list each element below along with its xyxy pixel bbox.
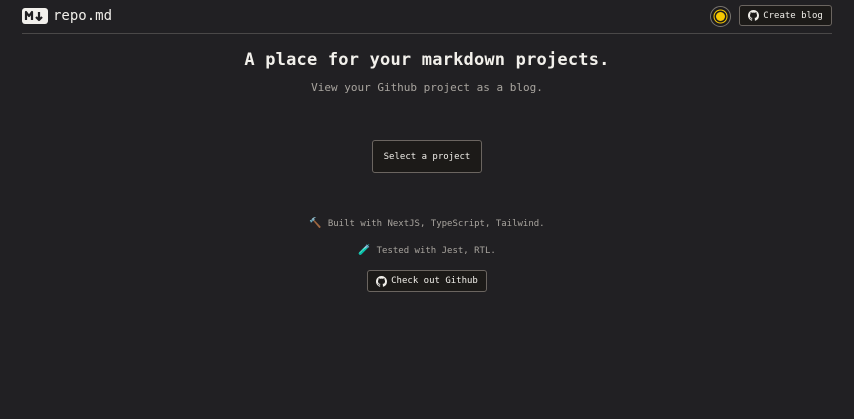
page-title: A place for your markdown projects. [244, 50, 610, 70]
logo-text: repo.md [53, 8, 113, 24]
create-blog-button[interactable]: Create blog [739, 5, 832, 26]
top-header: repo.md Create blog [22, 0, 832, 34]
github-icon [376, 275, 388, 287]
github-button-label: Check out Github [391, 276, 478, 286]
check-out-github-button[interactable]: Check out Github [367, 270, 487, 292]
markdown-logo-icon [22, 8, 48, 24]
create-blog-label: Create blog [763, 10, 823, 21]
sun-icon [716, 12, 725, 21]
test-tube-icon: 🧪 [358, 245, 371, 256]
page-subtitle: View your Github project as a blog. [311, 81, 543, 94]
github-icon [748, 10, 760, 21]
select-project-label: Select a project [383, 151, 471, 162]
built-with-label: Built with NextJS, TypeScript, Tailwind. [327, 219, 545, 229]
tested-with-text: 🧪 Tested with Jest, RTL. [0, 245, 854, 256]
hammer-icon: 🔨 [309, 218, 322, 229]
theme-toggle-button[interactable] [710, 6, 731, 27]
built-with-text: 🔨 Built with NextJS, TypeScript, Tailwind… [0, 218, 854, 229]
tested-with-label: Tested with Jest, RTL. [376, 246, 496, 256]
logo[interactable]: repo.md [22, 8, 112, 24]
select-project-button[interactable]: Select a project [372, 140, 482, 173]
